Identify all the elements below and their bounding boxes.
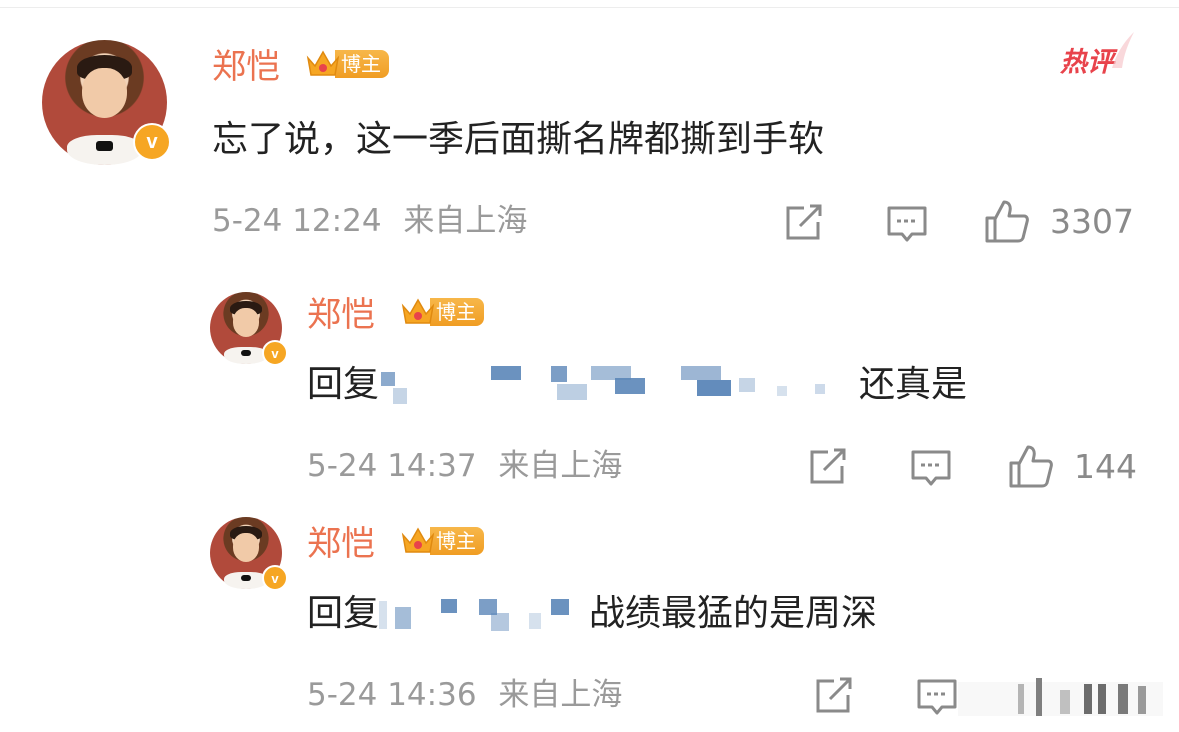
like-icon [985,200,1029,243]
avatar[interactable]: v [210,517,288,591]
avatar[interactable]: v [42,40,171,165]
comment-meta: 5-24 12:24 来自上海 [212,206,527,237]
comment-date: 5-24 14:36 [307,677,477,713]
share-icon [810,448,846,484]
comment-button[interactable] [910,448,952,488]
user-name[interactable]: 郑恺 [307,298,375,332]
like-button[interactable] [1008,443,1054,489]
like-icon [958,678,1163,716]
comment-date: 5-24 12:24 [212,203,382,239]
blogger-badge: 博主 [305,48,389,80]
share-button[interactable] [784,204,824,242]
like-button[interactable] [958,676,1163,720]
comment-text: 忘了说，这一季后面撕名牌都撕到手软 [212,119,825,160]
user-name[interactable]: 郑恺 [212,50,280,84]
like-icon [1009,445,1053,488]
hot-comment-label: 热评 [1060,47,1114,78]
mosaic-username [379,366,859,406]
comment-meta: 5-24 14:37 来自上海 [307,451,622,482]
verified-v-icon: v [133,123,171,161]
comment-icon [887,206,927,242]
share-icon [816,677,852,713]
share-button[interactable] [814,677,854,715]
avatar[interactable]: v [210,292,288,366]
crown-icon [400,525,436,557]
comment-location: 来自上海 [498,448,623,484]
comment-meta: 5-24 14:36 来自上海 [307,680,622,711]
reply-content: 还真是 [859,364,968,405]
reply-prefix: 回复 [307,593,380,634]
blogger-badge: 博主 [400,525,484,557]
crown-icon [305,48,341,80]
comment-icon [911,450,951,486]
share-button[interactable] [808,448,848,486]
share-icon [786,204,822,240]
comment-button[interactable] [916,677,958,717]
comment-date: 5-24 14:37 [307,448,477,484]
reply-text: 回复 战绩最猛的是周深 [307,594,877,635]
hot-wing-icon [1112,32,1134,68]
user-name[interactable]: 郑恺 [307,527,375,561]
like-count: 144 [1074,447,1137,486]
verified-v-icon: v [262,340,288,366]
like-button[interactable] [984,198,1030,244]
reply-prefix: 回复 [307,364,380,405]
verified-v-icon: v [262,565,288,591]
comment-location: 来自上海 [403,203,528,239]
blogger-badge: 博主 [400,296,484,328]
reply-content: 战绩最猛的是周深 [589,593,878,634]
comment-icon [917,679,957,715]
comment-button[interactable] [886,204,928,244]
mosaic-username [379,595,589,635]
like-count: 3307 [1050,202,1134,241]
reply-text: 回复 还真是 [307,365,967,406]
comment-location: 来自上海 [498,677,623,713]
top-divider [0,7,1179,8]
crown-icon [400,296,436,328]
